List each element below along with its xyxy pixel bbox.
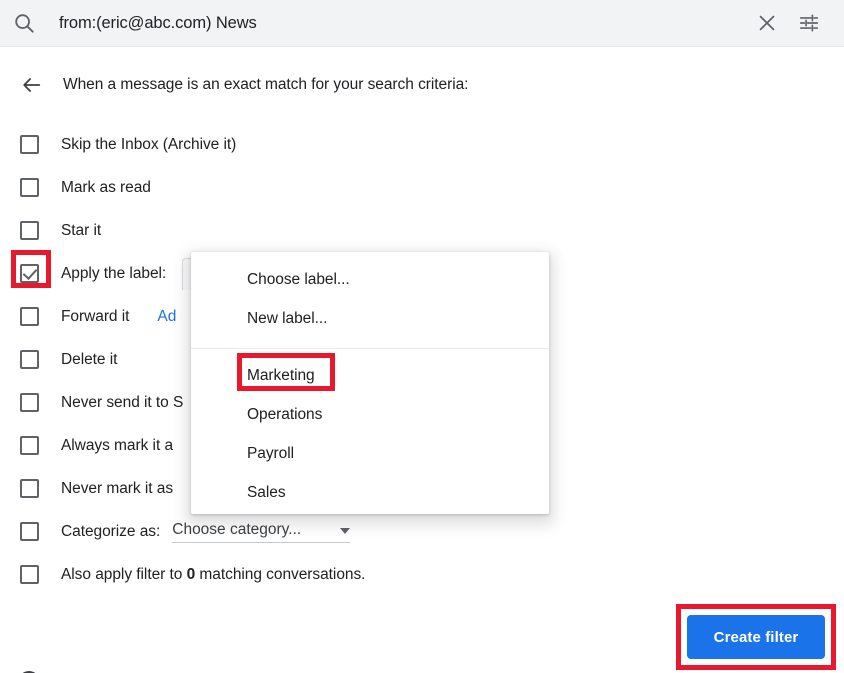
label-also-apply-filter: Also apply filter to 0 matching conversa… [61, 566, 365, 584]
matching-count: 0 [186, 565, 196, 583]
back-arrow-icon[interactable] [14, 69, 50, 101]
label-skip-inbox: Skip the Inbox (Archive it) [61, 135, 237, 153]
category-select-value: Choose category... [172, 520, 302, 538]
checkbox-skip-inbox[interactable] [20, 135, 39, 154]
label-always-mark-important: Always mark it a [61, 436, 174, 454]
label-categorize-as: Categorize as: [61, 522, 161, 540]
label-mark-as-read: Mark as read [61, 178, 151, 196]
label-dropdown-menu: Choose label... New label... Marketing O… [191, 252, 549, 514]
search-icon[interactable] [0, 0, 48, 46]
label-apply-the-label: Apply the label: [61, 264, 167, 282]
label-never-mark-important: Never mark it as [61, 479, 174, 497]
checkbox-always-mark-important[interactable] [20, 436, 39, 455]
checkbox-mark-as-read[interactable] [20, 178, 39, 197]
also-apply-prefix: Also apply filter to [61, 565, 187, 583]
search-actions [746, 2, 844, 44]
label-delete-it: Delete it [61, 350, 118, 368]
row-categorize-as[interactable]: Categorize as: Choose category... [0, 510, 844, 553]
checkbox-star-it[interactable] [20, 221, 39, 240]
page-title: When a message is an exact match for you… [63, 76, 469, 93]
menu-item-operations[interactable]: Operations [191, 395, 549, 434]
checkbox-never-mark-important[interactable] [20, 479, 39, 498]
checkbox-never-send-to-spam[interactable] [20, 393, 39, 412]
checkbox-delete-it[interactable] [20, 350, 39, 369]
checkbox-forward-it[interactable] [20, 307, 39, 326]
add-forwarding-address-link[interactable]: Ad [157, 308, 176, 326]
label-star-it: Star it [61, 221, 102, 239]
menu-item-payroll[interactable]: Payroll [191, 434, 549, 473]
menu-item-choose-label[interactable]: Choose label... [191, 260, 549, 299]
tune-icon[interactable] [788, 2, 830, 44]
chevron-down-icon [340, 527, 351, 534]
row-star-it[interactable]: Star it [0, 209, 844, 252]
search-bar: from:(eric@abc.com) News [0, 0, 844, 46]
menu-item-marketing[interactable]: Marketing [191, 356, 549, 395]
menu-divider [191, 348, 549, 349]
checkbox-categorize-as[interactable] [20, 522, 39, 541]
row-also-apply-filter[interactable]: Also apply filter to 0 matching conversa… [0, 553, 844, 596]
label-forward-it: Forward it [61, 307, 130, 325]
label-never-send-to-spam: Never send it to S [61, 393, 184, 411]
gmail-create-filter-dialog: from:(eric@abc.com) News When a message … [0, 0, 844, 673]
search-input[interactable]: from:(eric@abc.com) News [48, 14, 746, 33]
panel-header: When a message is an exact match for you… [0, 69, 468, 101]
menu-item-sales[interactable]: Sales [191, 473, 549, 512]
close-icon[interactable] [746, 2, 788, 44]
also-apply-suffix: matching conversations. [195, 565, 366, 583]
checkbox-apply-the-label[interactable] [20, 264, 39, 283]
category-select[interactable]: Choose category... [172, 520, 351, 543]
create-filter-button[interactable]: Create filter [687, 615, 825, 659]
row-skip-inbox[interactable]: Skip the Inbox (Archive it) [0, 123, 844, 166]
checkbox-also-apply-filter[interactable] [20, 565, 39, 584]
menu-item-new-label[interactable]: New label... [191, 299, 549, 338]
row-mark-as-read[interactable]: Mark as read [0, 166, 844, 209]
